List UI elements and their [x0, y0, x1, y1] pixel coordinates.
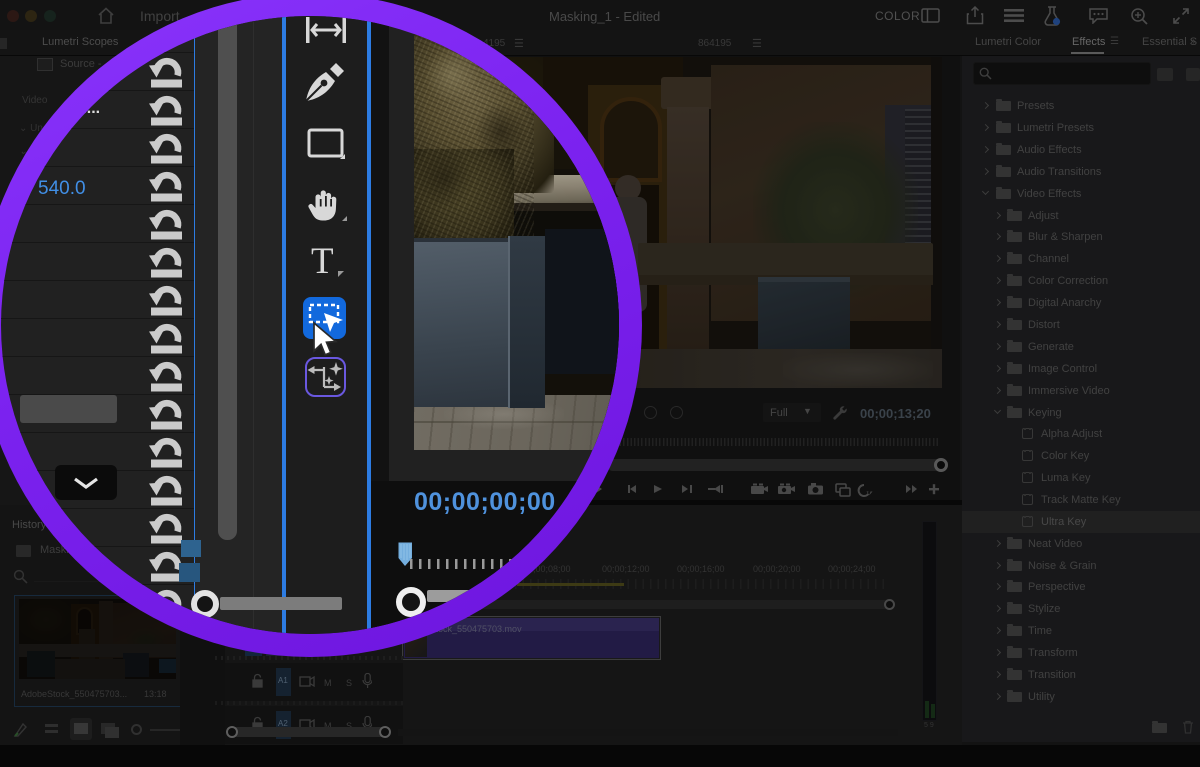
svg-text:S: S [346, 678, 352, 688]
svg-text:M: M [324, 678, 332, 688]
